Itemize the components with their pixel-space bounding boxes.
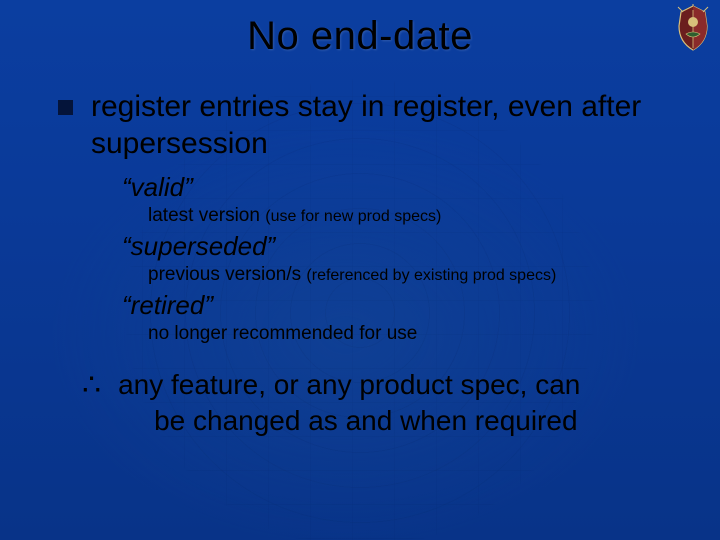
therefore-row: ∴ any feature, or any product spec, can … bbox=[82, 367, 680, 439]
therefore-line2: be changed as and when required bbox=[118, 403, 580, 439]
main-bullet-text: register entries stay in register, even … bbox=[91, 89, 680, 162]
status-desc: latest version (use for new prod specs) bbox=[148, 205, 680, 227]
status-desc-text: no longer recommended for use bbox=[148, 323, 417, 344]
status-desc-text: previous version/s bbox=[148, 264, 306, 285]
status-desc: no longer recommended for use bbox=[148, 323, 680, 345]
status-desc-paren: (referenced by existing prod specs) bbox=[306, 267, 556, 284]
status-list: “valid” latest version (use for new prod… bbox=[122, 172, 680, 345]
bullet-square-icon bbox=[58, 100, 73, 115]
slide-title: No end-date bbox=[40, 14, 680, 59]
main-bullet-row: register entries stay in register, even … bbox=[58, 89, 680, 162]
therefore-text: any feature, or any product spec, can be… bbox=[118, 367, 580, 439]
slide: No end-date register entries stay in reg… bbox=[0, 0, 720, 540]
status-label: “retired” bbox=[122, 290, 680, 321]
therefore-line1: any feature, or any product spec, can bbox=[118, 369, 580, 400]
status-label: “superseded” bbox=[122, 231, 680, 262]
status-desc-text: latest version bbox=[148, 205, 265, 226]
therefore-icon: ∴ bbox=[82, 371, 102, 401]
status-desc-paren: (use for new prod specs) bbox=[265, 208, 441, 225]
status-label: “valid” bbox=[122, 172, 680, 203]
status-desc: previous version/s (referenced by existi… bbox=[148, 264, 680, 286]
